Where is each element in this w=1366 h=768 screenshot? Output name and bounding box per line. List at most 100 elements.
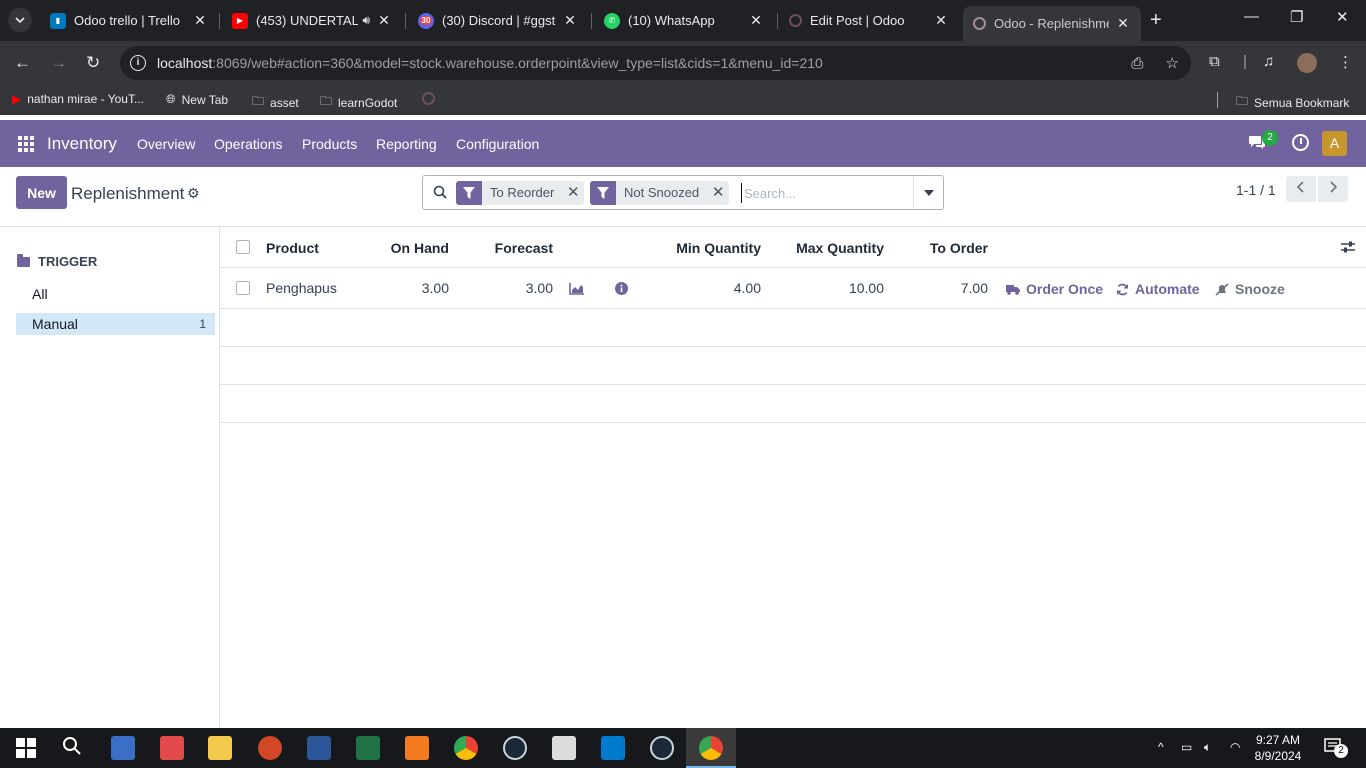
info-icon[interactable]	[615, 282, 628, 298]
tab-search-button[interactable]	[8, 8, 32, 32]
kebab-menu-icon[interactable]: ⋮	[1338, 53, 1353, 71]
gear-icon[interactable]: ⚙	[187, 185, 200, 202]
site-info-icon[interactable]: i	[130, 55, 146, 71]
column-to-order[interactable]: To Order	[910, 240, 988, 256]
activity-clock-icon[interactable]	[1292, 134, 1309, 151]
show-hidden-icons[interactable]: ^	[1158, 740, 1164, 754]
word-icon[interactable]	[307, 736, 331, 760]
speaker-icon[interactable]: 🔊︎	[362, 13, 370, 28]
browser-tab-active[interactable]: Odoo - Replenishmen ✕	[963, 6, 1141, 41]
all-bookmarks-folder[interactable]: 🗀 Semua Bookmark	[1236, 92, 1349, 113]
automate-button[interactable]: Automate	[1116, 281, 1200, 297]
column-forecast[interactable]: Forecast	[470, 240, 553, 256]
bookmark-item[interactable]: 🌐︎ New Tab	[166, 92, 228, 107]
bookmark-folder[interactable]: 🗀 learnGodot	[320, 92, 397, 113]
user-avatar[interactable]: A	[1322, 131, 1347, 156]
minimize-icon[interactable]: —	[1244, 8, 1259, 25]
reload-icon[interactable]: ↻	[86, 53, 100, 73]
bookmark-item[interactable]	[422, 92, 435, 105]
select-all-checkbox[interactable]	[236, 240, 250, 254]
order-once-button[interactable]: Order Once	[1006, 281, 1103, 297]
app-menu-grid-icon[interactable]	[18, 136, 34, 152]
column-max-quantity[interactable]: Max Quantity	[780, 240, 884, 256]
side-panel-item-manual[interactable]: Manual 1	[16, 313, 215, 335]
install-app-icon[interactable]: ⎙	[1131, 55, 1143, 72]
file-explorer-icon[interactable]	[208, 736, 232, 760]
close-tab-icon[interactable]: ✕	[562, 12, 578, 29]
windows-start-icon[interactable]	[14, 736, 38, 760]
bookmark-star-icon[interactable]: ☆	[1166, 55, 1179, 72]
vscode-icon[interactable]	[601, 736, 625, 760]
forecast-graph-icon[interactable]	[569, 282, 585, 298]
store-icon[interactable]	[111, 736, 135, 760]
chrome-icon[interactable]	[454, 736, 478, 760]
browser-tab[interactable]: ▮ Odoo trello | Trello ✕	[40, 6, 218, 35]
menu-reporting[interactable]: Reporting	[376, 136, 437, 152]
excel-icon[interactable]	[356, 736, 380, 760]
back-icon[interactable]: ←	[14, 53, 31, 73]
side-panel-item-all[interactable]: All	[16, 283, 215, 305]
steam-icon[interactable]	[650, 736, 674, 760]
restore-icon[interactable]: ❐	[1290, 8, 1303, 26]
steam-icon[interactable]	[503, 736, 527, 760]
close-tab-icon[interactable]: ✕	[376, 12, 392, 29]
app-icon[interactable]	[552, 736, 576, 760]
new-tab-button[interactable]: +	[1150, 10, 1162, 30]
column-product[interactable]: Product	[266, 240, 319, 256]
list-header: Product On Hand Forecast Min Quantity Ma…	[220, 227, 1366, 268]
extensions-icon[interactable]: ⧉	[1209, 53, 1220, 70]
bookmark-folder[interactable]: 🗀 asset	[252, 92, 299, 113]
app-brand[interactable]: Inventory	[47, 134, 117, 154]
row-checkbox[interactable]	[236, 281, 250, 295]
close-tab-icon[interactable]: ✕	[748, 12, 764, 29]
forward-icon[interactable]: →	[50, 53, 67, 73]
browser-tab[interactable]: ✆ (10) WhatsApp ✕	[594, 6, 774, 35]
cell-max-quantity[interactable]: 10.00	[780, 280, 884, 296]
gift-app-icon[interactable]	[160, 736, 184, 760]
search-input[interactable]	[741, 183, 911, 203]
volume-icon[interactable]: 🔈︎	[1204, 740, 1211, 755]
wifi-icon[interactable]: ◠	[1230, 740, 1240, 754]
menu-overview[interactable]: Overview	[137, 136, 195, 152]
close-tab-icon[interactable]: ✕	[1115, 15, 1131, 32]
browser-tab[interactable]: Edit Post | Odoo ✕	[779, 6, 959, 35]
table-row[interactable]: Penghapus 3.00 3.00 4.00 10.00 7.00 Orde…	[220, 268, 1366, 309]
remove-facet-icon[interactable]: ✕	[562, 181, 584, 205]
browser-tab[interactable]: ▶ (453) UNDERTALE 🔊︎ ✕	[222, 6, 402, 35]
cell-min-quantity[interactable]: 4.00	[640, 280, 761, 296]
close-tab-icon[interactable]: ✕	[192, 12, 208, 29]
cell-to-order[interactable]: 7.00	[910, 280, 988, 296]
media-control-icon[interactable]: ♫	[1263, 53, 1274, 70]
powerpoint-icon[interactable]	[258, 736, 282, 760]
address-bar[interactable]: i localhost:8069/web#action=360&model=st…	[120, 46, 1191, 80]
menu-configuration[interactable]: Configuration	[456, 136, 539, 152]
pager-value[interactable]: 1-1 / 1	[1236, 182, 1276, 198]
menu-products[interactable]: Products	[302, 136, 357, 152]
bookmark-item[interactable]: ▶ nathan mirae - YouT...	[12, 92, 144, 106]
browser-tab[interactable]: 30 (30) Discord | #ggst-c ✕	[408, 6, 588, 35]
xampp-icon[interactable]	[405, 736, 429, 760]
remove-facet-icon[interactable]: ✕	[707, 181, 729, 205]
pager-previous-button[interactable]	[1286, 176, 1316, 202]
search-icon[interactable]	[433, 185, 447, 199]
cell-forecast: 3.00	[525, 280, 553, 296]
search-options-toggle[interactable]	[913, 176, 943, 209]
column-on-hand[interactable]: On Hand	[370, 240, 449, 256]
battery-icon[interactable]: ▭	[1181, 740, 1192, 754]
snooze-button[interactable]: Snooze	[1215, 281, 1285, 297]
menu-operations[interactable]: Operations	[214, 136, 282, 152]
taskbar-search-icon[interactable]	[62, 736, 86, 760]
active-chrome-task[interactable]	[686, 728, 736, 768]
column-min-quantity[interactable]: Min Quantity	[640, 240, 761, 256]
close-tab-icon[interactable]: ✕	[933, 12, 949, 29]
notification-center-icon[interactable]: 2	[1324, 738, 1348, 759]
pager-next-button[interactable]	[1318, 176, 1348, 202]
optional-columns-icon[interactable]	[1340, 240, 1356, 257]
taskbar-clock[interactable]: 9:27 AM 8/9/2024	[1252, 732, 1304, 764]
new-button[interactable]: New	[16, 176, 67, 209]
url-text[interactable]: localhost:8069/web#action=360&model=stoc…	[157, 55, 823, 71]
close-window-icon[interactable]: ✕	[1336, 8, 1349, 26]
profile-avatar-icon[interactable]	[1297, 53, 1317, 73]
folder-icon: 🗀	[252, 94, 265, 108]
cell-product[interactable]: Penghapus	[266, 280, 337, 296]
